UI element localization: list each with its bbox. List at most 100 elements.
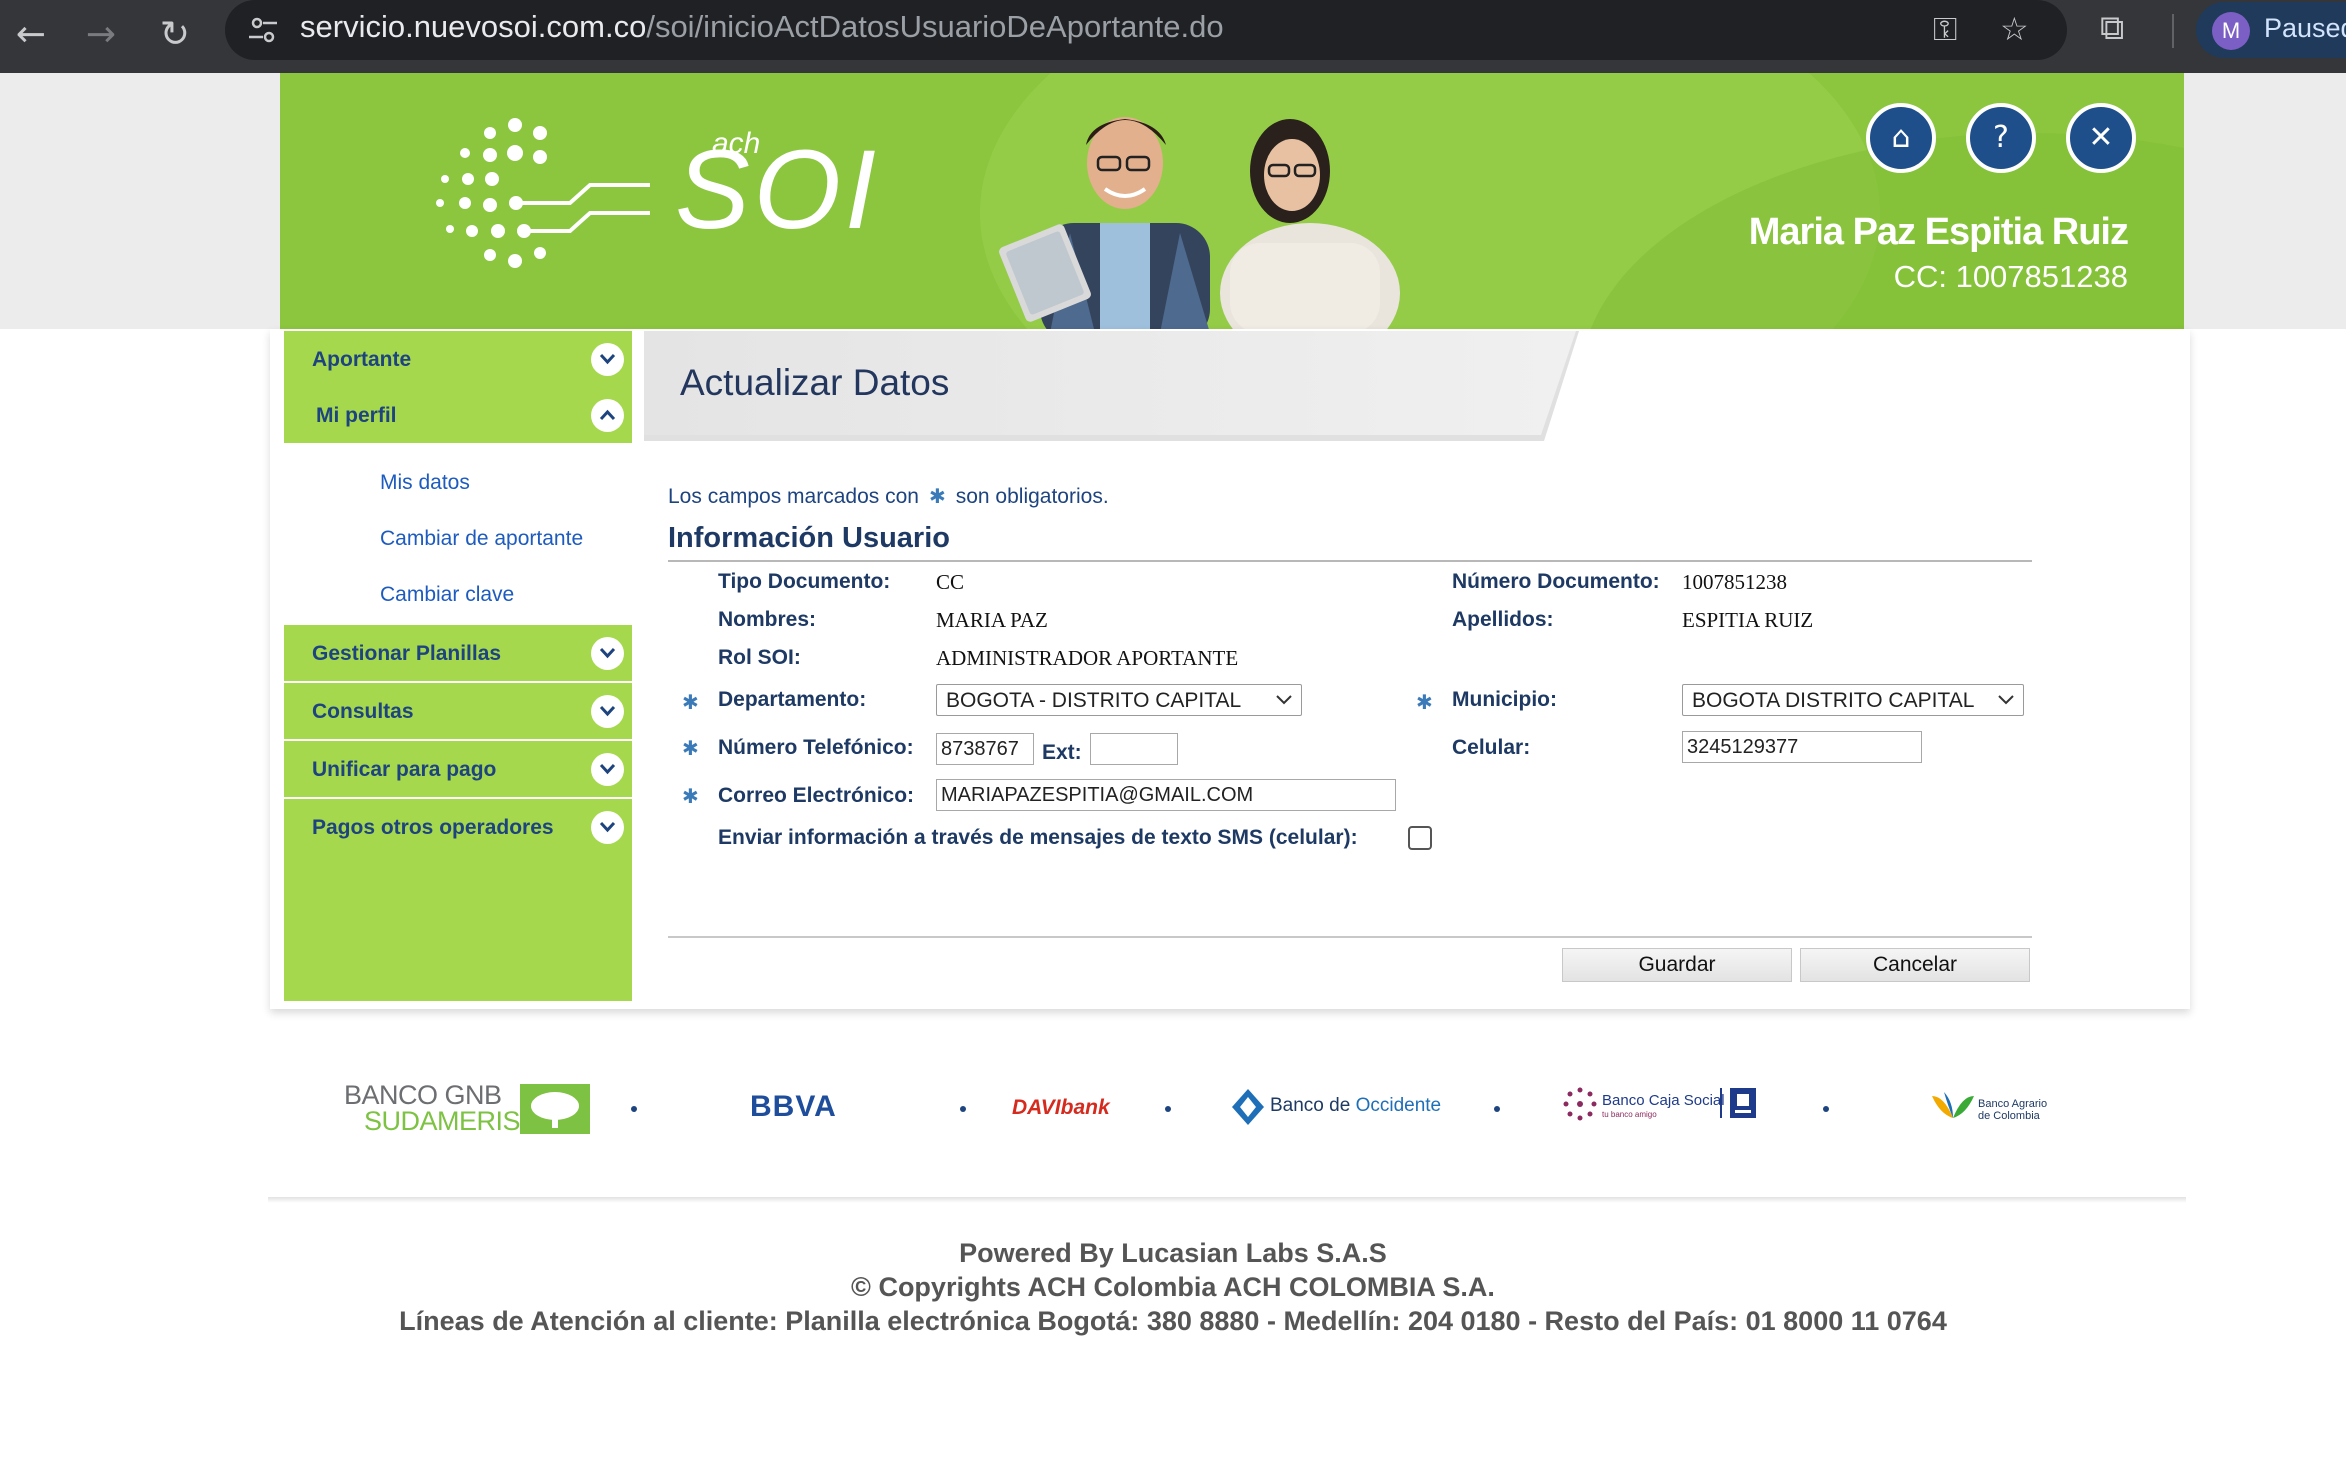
sidebar-item-label: Mi perfil — [316, 404, 397, 427]
chevron-down-icon — [1276, 695, 1292, 705]
footer-copyright: © Copyrights ACH Colombia ACH COLOMBIA S… — [851, 1272, 1495, 1302]
sidebar-item-mi-perfil[interactable]: Mi perfil — [284, 387, 632, 443]
chevron-down-icon[interactable] — [591, 343, 624, 376]
telefono-label: Número Telefónico: — [718, 736, 914, 759]
ext-input[interactable] — [1090, 733, 1178, 765]
dots-circle-icon — [1563, 1087, 1597, 1121]
home-icon[interactable]: ⌂ — [1866, 103, 1936, 173]
profile-status: Paused — [2264, 13, 2346, 43]
bank-logo-davibank: DAVIbank — [1012, 1096, 1110, 1119]
sidebar-item-label: Aportante — [312, 348, 412, 371]
page-title: Actualizar Datos — [680, 362, 950, 403]
building-icon — [1730, 1088, 1756, 1118]
departamento-select[interactable]: BOGOTA - DISTRITO CAPITAL — [936, 684, 1302, 716]
occidente-text-a: Banco de — [1270, 1095, 1356, 1116]
bookmark-star-icon[interactable]: ☆ — [2000, 10, 2029, 48]
footer-powered-by: Powered By Lucasian Labs S.A.S — [959, 1238, 1387, 1268]
caja-social-tagline: tu banco amigo — [1602, 1110, 1657, 1119]
numero-documento-label: Número Documento: — [1452, 570, 1660, 593]
departamento-label: Departamento: — [718, 688, 867, 711]
user-name: Maria Paz Espitia Ruiz — [1748, 211, 2129, 253]
chevron-down-icon — [1998, 695, 2014, 705]
chevron-down-icon[interactable] — [591, 695, 624, 728]
departamento-selected-value: BOGOTA - DISTRITO CAPITAL — [946, 689, 1242, 712]
sidebar-subitem-cambiar-clave[interactable]: Cambiar clave — [380, 583, 514, 607]
bank-logo-gnb-sudameris: BANCO GNB SUDAMERIS — [344, 1080, 590, 1136]
leaf-icon — [1932, 1092, 1974, 1118]
correo-value: MARIAPAZESPITIA@GMAIL.COM — [941, 784, 1254, 806]
agrario-text-1: Banco Agrario — [1978, 1098, 2048, 1110]
tipo-documento-label: Tipo Documento: — [718, 570, 891, 593]
section-title: Información Usuario — [668, 522, 950, 554]
municipio-select[interactable]: BOGOTA DISTRITO CAPITAL — [1682, 684, 2024, 716]
browser-toolbar: ← → ↻ servicio.nuevosoi.com.co/soi/inici… — [0, 0, 2346, 73]
close-session-icon[interactable]: ✕ — [2066, 103, 2136, 173]
chevron-down-icon[interactable] — [591, 637, 624, 670]
telefono-input[interactable]: 8738767 — [936, 733, 1034, 765]
ext-label: Ext: — [1042, 741, 1082, 764]
cancel-button[interactable]: Cancelar — [1800, 948, 2030, 982]
nombres-value: MARIA PAZ — [936, 608, 1048, 632]
back-arrow-icon[interactable]: ← — [6, 10, 56, 60]
tree-icon — [520, 1084, 590, 1134]
required-asterisk-icon: ✱ — [682, 738, 699, 760]
diamond-icon — [1232, 1089, 1264, 1125]
celular-label: Celular: — [1452, 736, 1531, 759]
divider — [1720, 1088, 1722, 1118]
sidebar-item-gestionar-planillas[interactable]: Gestionar Planillas — [284, 625, 632, 681]
required-note-text: Los campos marcados con — [668, 485, 919, 508]
gnb-text-line2: SUDAMERIS — [364, 1106, 521, 1136]
save-button[interactable]: Guardar — [1562, 948, 1792, 982]
toolbar-divider — [2172, 14, 2174, 48]
required-asterisk-icon: ✱ — [682, 786, 699, 808]
separator-dot — [631, 1106, 637, 1112]
correo-input[interactable]: MARIAPAZESPITIA@GMAIL.COM — [936, 779, 1396, 811]
sidebar-subitem-mis-datos[interactable]: Mis datos — [380, 471, 470, 495]
bank-logo-bbva: BBVA — [750, 1090, 837, 1123]
sms-checkbox[interactable] — [1408, 826, 1432, 850]
url-text: servicio.nuevosoi.com.co/soi/inicioActDa… — [300, 9, 1224, 45]
sidebar-subitem-cambiar-aportante[interactable]: Cambiar de aportante — [380, 527, 583, 551]
url-host: servicio.nuevosoi.com.co — [300, 9, 647, 44]
url-path: /soi/inicioActDatosUsuarioDeAportante.do — [646, 9, 1224, 44]
banner-people-image — [999, 117, 1400, 329]
footer-contact-lines: Líneas de Atención al cliente: Planilla … — [399, 1306, 1947, 1336]
caja-social-text: Banco Caja Social — [1602, 1092, 1725, 1109]
chevron-up-icon[interactable] — [591, 399, 624, 432]
footer-divider — [268, 1197, 2186, 1203]
sidebar-item-consultas[interactable]: Consultas — [284, 683, 632, 739]
extensions-icon[interactable]: ⧉ — [2100, 8, 2124, 48]
avatar: M — [2212, 12, 2250, 50]
rol-soi-label: Rol SOI: — [718, 646, 801, 669]
profile-button[interactable]: M Paused — [2196, 2, 2346, 58]
required-fields-note: Los campos marcados con ✱ son obligatorios… — [668, 484, 1109, 509]
municipio-selected-value: BOGOTA DISTRITO CAPITAL — [1692, 689, 1975, 712]
required-asterisk-icon: ✱ — [1416, 692, 1433, 714]
sidebar-item-label: Gestionar Planillas — [312, 642, 502, 665]
chevron-down-icon[interactable] — [591, 753, 624, 786]
help-icon[interactable]: ? — [1966, 103, 2036, 173]
correo-label: Correo Electrónico: — [718, 784, 915, 807]
sms-label: Enviar información a través de mensajes … — [718, 826, 1358, 849]
form-divider — [668, 936, 2032, 938]
agrario-text-2: de Colombia — [1978, 1110, 2040, 1122]
sidebar-item-aportante[interactable]: Aportante — [284, 331, 632, 387]
sidebar-menu: Aportante Mi perfil Mis datos Cambiar de… — [284, 331, 632, 1003]
required-asterisk-icon: ✱ — [928, 486, 946, 508]
sidebar-item-unificar-pago[interactable]: Unificar para pago — [284, 741, 632, 797]
forward-arrow-icon[interactable]: → — [76, 10, 126, 60]
chevron-down-icon[interactable] — [591, 811, 624, 844]
sidebar-item-label: Pagos otros operadores — [312, 816, 554, 839]
apellidos-value: ESPITIA RUIZ — [1682, 608, 1814, 632]
sidebar-item-label: Unificar para pago — [312, 758, 497, 781]
reload-icon[interactable]: ↻ — [150, 10, 200, 60]
address-bar[interactable]: servicio.nuevosoi.com.co/soi/inicioActDa… — [225, 0, 2067, 60]
municipio-label: Municipio: — [1452, 688, 1557, 711]
sidebar-item-pagos-otros-operadores[interactable]: Pagos otros operadores — [284, 799, 632, 855]
occidente-text-b: Occidente — [1355, 1095, 1442, 1116]
password-key-icon[interactable]: ⚿ — [1933, 10, 1957, 49]
celular-input[interactable]: 3245129377 — [1682, 731, 1922, 763]
header-banner: ach SOI ⌂ ? ✕ Maria Paz Espitia Ruiz CC:… — [280, 73, 2184, 329]
site-settings-icon[interactable] — [247, 14, 279, 46]
required-asterisk-icon: ✱ — [682, 692, 699, 714]
